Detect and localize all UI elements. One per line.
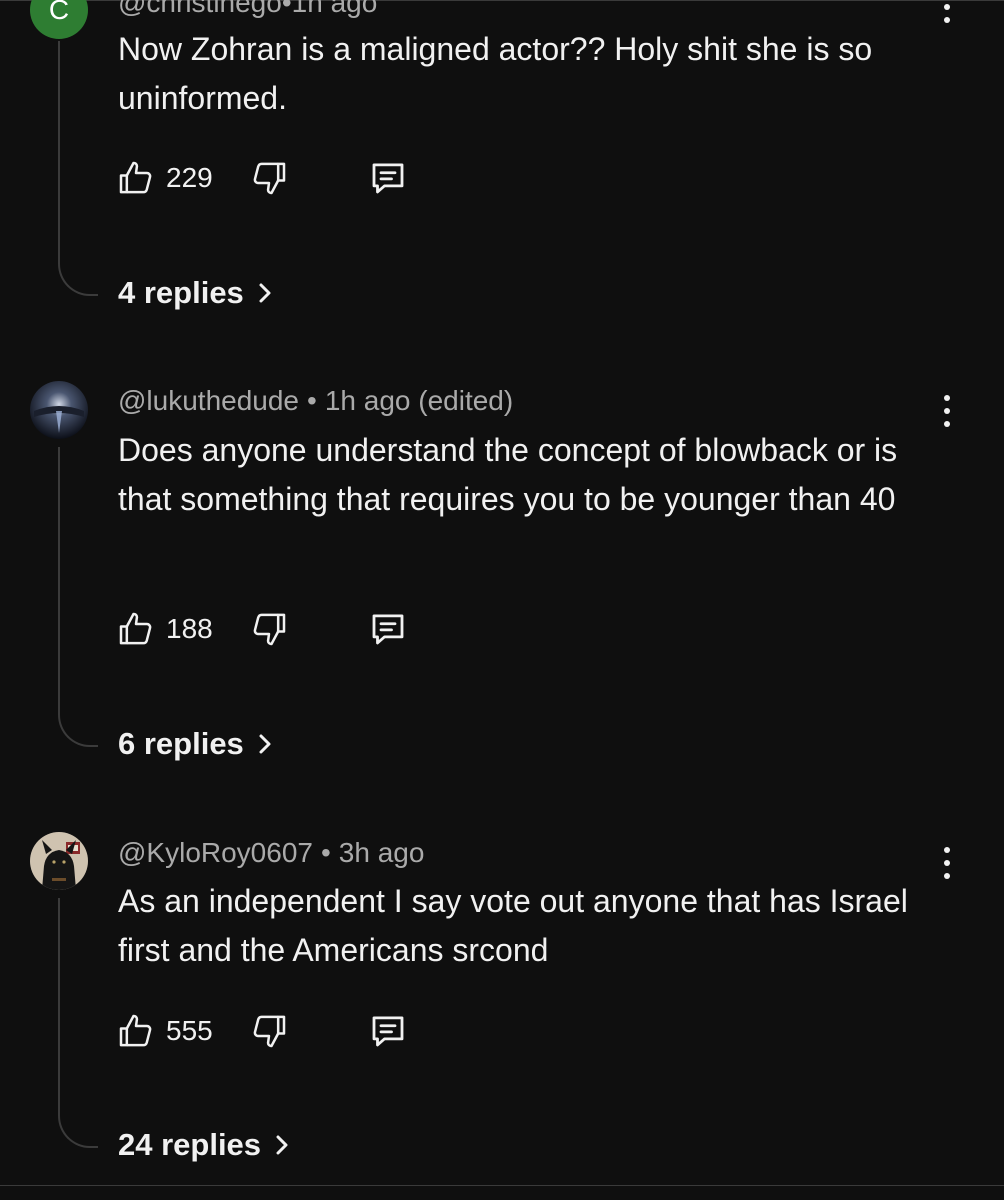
reply-button[interactable] bbox=[367, 157, 409, 199]
dislike-button[interactable] bbox=[249, 609, 289, 649]
like-count: 188 bbox=[166, 613, 213, 644]
comment-meta: @christinego•1h ago bbox=[118, 0, 377, 19]
comment-actions: 188 bbox=[116, 607, 409, 651]
comment-time: 3h ago bbox=[338, 837, 425, 868]
comment-icon bbox=[372, 163, 404, 194]
chevron-right-icon bbox=[276, 1135, 288, 1155]
chevron-right-icon bbox=[259, 283, 271, 303]
comment-text: As an independent I say vote out anyone … bbox=[118, 883, 908, 968]
comment-author[interactable]: @christinego bbox=[118, 0, 282, 18]
comment-author[interactable]: @KyloRoy0607 bbox=[118, 837, 313, 868]
avatar[interactable] bbox=[30, 381, 88, 439]
view-replies-button[interactable]: 24 replies bbox=[118, 1127, 291, 1163]
comments-panel: C @christinego•1h ago Now Zohran is a ma… bbox=[0, 0, 1004, 1200]
like-button[interactable]: 229 bbox=[116, 158, 213, 198]
reply-button[interactable] bbox=[367, 608, 409, 650]
avatar[interactable]: C bbox=[30, 0, 88, 39]
like-count: 229 bbox=[166, 162, 213, 193]
comment-text: Does anyone understand the concept of bl… bbox=[118, 432, 898, 517]
replies-label: 6 replies bbox=[118, 726, 244, 761]
thumbs-up-icon bbox=[119, 161, 152, 194]
comment-time: 1h ago (edited) bbox=[324, 385, 514, 416]
comment-actions: 555 bbox=[116, 1009, 409, 1053]
thread-line bbox=[58, 41, 98, 296]
bottom-divider bbox=[0, 1185, 1004, 1186]
view-replies-button[interactable]: 6 replies bbox=[118, 726, 274, 762]
like-count: 555 bbox=[166, 1015, 213, 1046]
dislike-button[interactable] bbox=[249, 1011, 289, 1051]
thumbs-up-icon bbox=[119, 612, 152, 645]
avatar[interactable] bbox=[30, 832, 88, 890]
view-replies-button[interactable]: 4 replies bbox=[118, 275, 274, 311]
comment-author[interactable]: @lukuthedude bbox=[118, 385, 299, 416]
more-vertical-icon[interactable] bbox=[932, 391, 962, 431]
comment-meta: @KyloRoy0607 • 3h ago bbox=[118, 837, 424, 869]
comment-actions: 229 bbox=[116, 156, 409, 200]
thumbs-down-icon bbox=[253, 613, 285, 646]
chevron-right-icon bbox=[259, 734, 271, 754]
comment-icon bbox=[372, 1016, 404, 1047]
meta-separator: • bbox=[320, 837, 331, 868]
comment-icon bbox=[372, 614, 404, 645]
comment-text: Now Zohran is a maligned actor?? Holy sh… bbox=[118, 31, 873, 116]
reply-button[interactable] bbox=[367, 1010, 409, 1052]
meta-separator: • bbox=[281, 0, 292, 18]
meta-separator: • bbox=[307, 385, 317, 416]
thumbs-down-icon bbox=[253, 1015, 285, 1048]
replies-label: 4 replies bbox=[118, 275, 244, 310]
more-vertical-icon[interactable] bbox=[932, 0, 962, 27]
like-button[interactable]: 188 bbox=[116, 609, 213, 649]
dislike-button[interactable] bbox=[249, 158, 289, 198]
thread-line bbox=[58, 447, 98, 747]
thumbs-up-icon bbox=[119, 1014, 152, 1047]
thread-line bbox=[58, 898, 98, 1148]
comment-time: 1h ago bbox=[291, 0, 378, 18]
like-button[interactable]: 555 bbox=[116, 1011, 213, 1051]
comment-meta: @lukuthedude • 1h ago (edited) bbox=[118, 385, 513, 417]
thumbs-down-icon bbox=[253, 162, 285, 195]
replies-label: 24 replies bbox=[118, 1127, 262, 1162]
